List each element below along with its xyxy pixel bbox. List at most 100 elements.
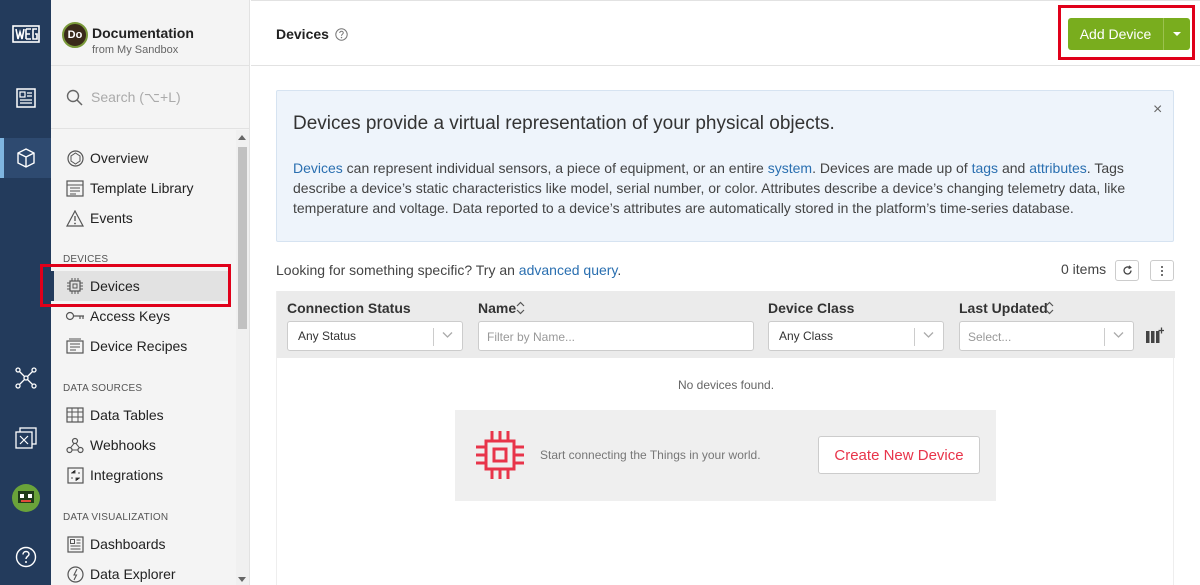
scroll-up-icon[interactable] — [238, 135, 246, 140]
network-rail-icon[interactable] — [0, 358, 51, 398]
search-icon — [66, 89, 83, 106]
cube-rail-icon[interactable] — [0, 138, 51, 178]
col-device-class[interactable]: Device Class — [768, 300, 854, 316]
info-title: Devices provide a virtual representation… — [293, 113, 835, 134]
close-icon[interactable]: × — [1153, 101, 1162, 119]
page-title: Devices — [276, 26, 329, 42]
sidebar-item-webhooks[interactable]: Webhooks — [51, 430, 229, 460]
logo-icon[interactable] — [0, 14, 51, 54]
sort-icon[interactable] — [516, 301, 525, 315]
sidebar-item-label: Webhooks — [90, 437, 156, 453]
advanced-query-link[interactable]: advanced query — [519, 262, 618, 278]
app-switcher[interactable]: Do Documentation from My Sandbox — [51, 0, 250, 66]
scroll-down-icon[interactable] — [238, 577, 246, 582]
refresh-icon — [1122, 265, 1132, 275]
sidebar-item-dashboards[interactable]: Dashboards — [51, 529, 229, 559]
chevron-down-icon — [442, 332, 453, 338]
select-separator — [433, 328, 434, 346]
col-name[interactable]: Name — [478, 300, 516, 316]
more-vertical-icon — [1161, 265, 1163, 276]
chevron-down-icon — [1113, 332, 1124, 338]
add-device-dropdown-icon[interactable] — [1164, 18, 1190, 50]
sidebar-item-label: Device Recipes — [90, 338, 188, 354]
system-link[interactable]: system — [768, 160, 812, 176]
search-input[interactable]: Search (⌥+L) — [91, 89, 181, 106]
updated-filter-select[interactable]: Select... — [959, 321, 1134, 351]
chip-icon — [476, 431, 524, 479]
add-device-button[interactable]: Add Device — [1068, 18, 1164, 50]
sidebar-item-label: Devices — [90, 278, 140, 294]
help-rail-icon[interactable] — [0, 537, 51, 577]
info-body: Devices can represent individual sensors… — [293, 158, 1153, 218]
sidebar-item-label: Data Explorer — [90, 566, 176, 582]
info-text: . Devices are made up of — [812, 160, 972, 176]
app-avatar: Do — [62, 22, 88, 48]
sidebar-item-device-recipes[interactable]: Device Recipes — [51, 331, 229, 361]
sidebar-scrollbar[interactable] — [236, 130, 249, 585]
global-rail — [0, 0, 51, 585]
sidebar-item-template-library[interactable]: Template Library — [51, 173, 229, 203]
name-filter-placeholder: Filter by Name... — [487, 330, 576, 344]
main-content: Devices Add Device Devices provide a vir… — [251, 0, 1200, 585]
sidebar-item-overview[interactable]: Overview — [51, 143, 229, 173]
webhook-icon — [65, 436, 85, 454]
chip-icon — [65, 277, 85, 295]
user-avatar[interactable] — [0, 478, 51, 518]
integrations-icon — [65, 466, 85, 484]
sidebar-item-label: Events — [90, 210, 133, 226]
chevron-down-icon — [923, 332, 934, 338]
empty-state-card: Start connecting the Things in your worl… — [455, 410, 996, 501]
col-connection-status[interactable]: Connection Status — [287, 300, 411, 316]
page-header: Devices Add Device — [251, 0, 1200, 66]
col-last-updated[interactable]: Last Updated — [959, 300, 1048, 316]
class-filter-select[interactable]: Any Class — [768, 321, 944, 351]
overview-icon — [65, 149, 85, 167]
updated-filter-placeholder: Select... — [968, 330, 1012, 344]
search-box[interactable]: Search (⌥+L) — [51, 67, 250, 129]
refresh-button[interactable] — [1115, 260, 1139, 281]
more-options-button[interactable] — [1150, 260, 1174, 281]
info-banner: Devices provide a virtual representation… — [276, 90, 1174, 242]
info-text: can represent individual sensors, a piec… — [342, 160, 768, 176]
status-filter-select[interactable]: Any Status — [287, 321, 463, 351]
select-separator — [914, 328, 915, 346]
info-text: and — [998, 160, 1030, 176]
sidebar-item-access-keys[interactable]: Access Keys — [51, 301, 229, 331]
tags-link[interactable]: tags — [972, 160, 998, 176]
dashboard-rail-icon[interactable] — [0, 78, 51, 118]
query-suffix: . — [617, 262, 622, 278]
advanced-query-hint: Looking for something specific? Try an a… — [276, 262, 621, 278]
select-separator — [1104, 328, 1105, 346]
solutions-rail-icon[interactable] — [0, 418, 51, 458]
sidebar-item-label: Data Tables — [90, 407, 164, 423]
sidebar-item-label: Access Keys — [90, 308, 171, 324]
query-prefix: Looking for something specific? Try an — [276, 262, 519, 278]
class-filter-value: Any Class — [779, 329, 834, 343]
app-name: Documentation — [92, 25, 194, 41]
app-sidebar: Do Documentation from My Sandbox Search … — [51, 0, 250, 585]
attributes-link[interactable]: attributes — [1029, 160, 1087, 176]
empty-hint: Start connecting the Things in your worl… — [540, 448, 761, 462]
sidebar-item-devices[interactable]: Devices — [51, 271, 229, 301]
table-icon — [65, 406, 85, 424]
sidebar-item-label: Template Library — [90, 180, 194, 196]
sidebar-item-events[interactable]: Events — [51, 203, 229, 233]
key-icon — [65, 307, 85, 325]
items-count: 0 items — [1061, 261, 1107, 277]
name-filter-input[interactable]: Filter by Name... — [478, 321, 754, 351]
sidebar-item-integrations[interactable]: Integrations — [51, 460, 229, 490]
sort-icon[interactable] — [1045, 301, 1054, 315]
columns-icon[interactable] — [1145, 327, 1164, 344]
sidebar-item-data-tables[interactable]: Data Tables — [51, 400, 229, 430]
scrollbar-thumb[interactable] — [238, 147, 247, 329]
help-icon[interactable] — [335, 28, 348, 41]
nav-section-devices: DEVICES — [63, 254, 109, 265]
devices-link[interactable]: Devices — [293, 160, 343, 176]
status-filter-value: Any Status — [298, 329, 357, 343]
recipe-icon — [65, 337, 85, 355]
create-new-device-button[interactable]: Create New Device — [818, 436, 980, 474]
table-header: Connection Status Any Status Name Filter… — [277, 291, 1175, 358]
empty-message: No devices found. — [677, 378, 775, 392]
nav-section-data-sources: DATA SOURCES — [63, 383, 143, 394]
sidebar-item-data-explorer[interactable]: Data Explorer — [51, 559, 229, 585]
